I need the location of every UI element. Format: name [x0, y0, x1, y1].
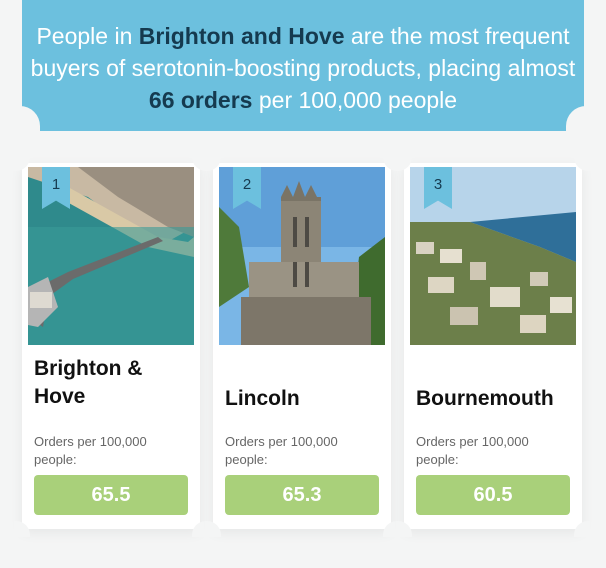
headline-banner: People in Brighton and Hove are the most… — [6, 0, 600, 132]
city-card-3: 3 Bournemouth Orders per 100,000 people:… — [396, 155, 590, 537]
city-card-1: 1 Brighton & Hove Orders per 100,000 peo… — [14, 155, 208, 537]
city-name: Brighton & Hove — [34, 357, 143, 408]
orders-label: Orders per 100,000 people: — [34, 434, 147, 467]
orders-label: Orders per 100,000 people: — [225, 434, 338, 467]
city-name: Bournemouth — [416, 387, 554, 410]
headline-highlight-orders: 66 orders — [148, 87, 253, 113]
orders-value: 65.3 — [225, 475, 379, 515]
city-name: Lincoln — [225, 387, 300, 410]
orders-label: Orders per 100,000 people: — [416, 434, 529, 467]
orders-value: 65.5 — [34, 475, 188, 515]
headline-highlight-city: Brighton and Hove — [138, 23, 345, 49]
headline-text: People in Brighton and Hove are the most… — [30, 23, 576, 113]
orders-value: 60.5 — [416, 475, 570, 515]
city-card-2: 2 Lincoln Orders per 100,000 people: 65.… — [205, 155, 399, 537]
